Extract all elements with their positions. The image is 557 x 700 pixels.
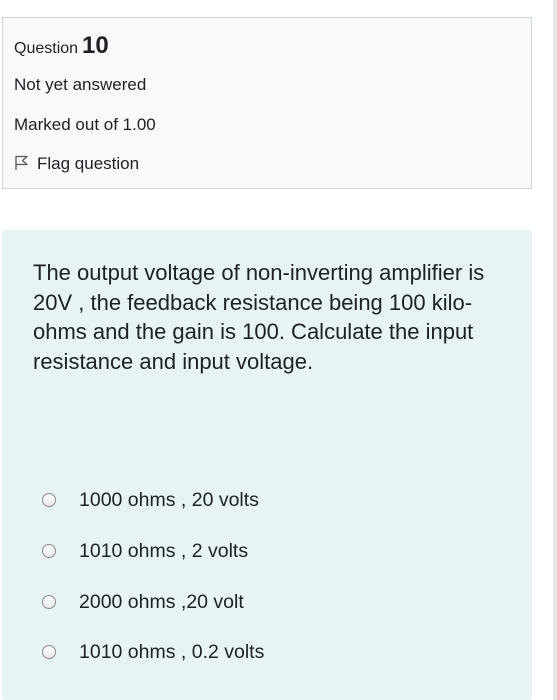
question-heading: Question 10	[14, 32, 109, 60]
answer-label: 1010 ohms , 2 volts	[79, 539, 249, 562]
question-number: 10	[82, 32, 109, 59]
question-info-panel: Question 10 Not yet answered Marked out o…	[2, 17, 532, 189]
question-state: Not yet answered	[14, 75, 147, 94]
answer-option-3[interactable]: 2000 ohms ,20 volt	[42, 588, 244, 616]
question-label: Question	[14, 40, 79, 57]
answer-label: 1000 ohms , 20 volts	[79, 488, 259, 511]
scrollbar[interactable]	[553, 0, 557, 700]
question-text: The output voltage of non-inverting ampl…	[33, 260, 485, 374]
answer-label: 1010 ohms , 0.2 volts	[79, 640, 265, 663]
answer-option-2[interactable]: 1010 ohms , 2 volts	[42, 537, 248, 565]
question-grade: Marked out of 1.00	[14, 115, 156, 134]
answer-option-4[interactable]: 1010 ohms , 0.2 volts	[42, 638, 264, 666]
radio-button[interactable]	[42, 595, 56, 609]
radio-button[interactable]	[42, 544, 56, 558]
flag-outline-icon	[15, 155, 28, 170]
flag-question-label: Flag question	[37, 154, 140, 173]
answer-label: 2000 ohms ,20 volt	[79, 590, 244, 613]
answer-option-1[interactable]: 1000 ohms , 20 volts	[42, 486, 259, 514]
flag-question-link[interactable]: Flag question	[14, 154, 139, 174]
radio-button[interactable]	[42, 493, 56, 507]
radio-button[interactable]	[42, 645, 56, 659]
question-formulation: The output voltage of non-inverting ampl…	[2, 230, 532, 700]
